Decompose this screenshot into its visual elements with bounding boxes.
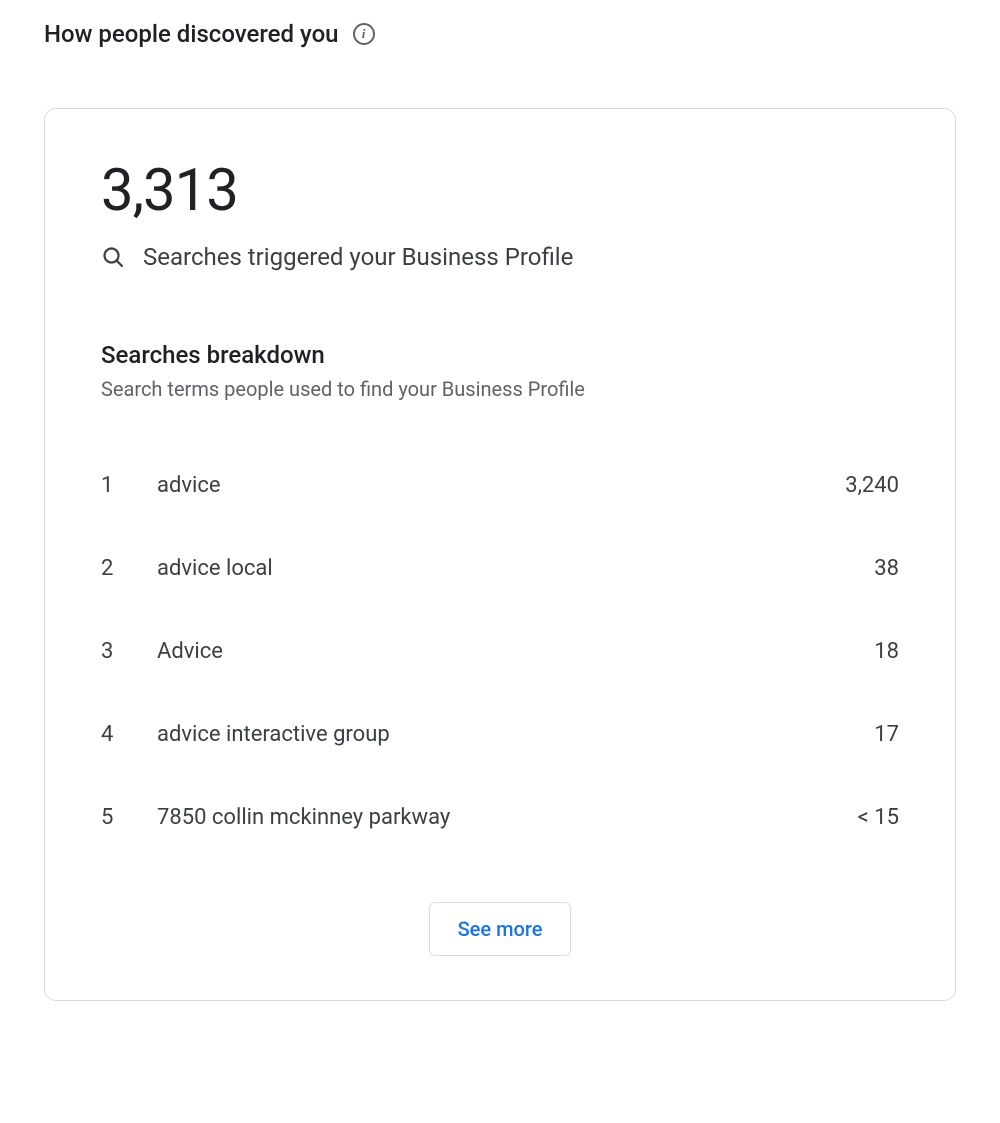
search-terms-list: 1 advice 3,240 2 advice local 38 3 Advic… <box>101 473 899 830</box>
term-rank: 1 <box>101 473 157 498</box>
list-item: 2 advice local 38 <box>101 556 899 581</box>
total-searches-subtitle: Searches triggered your Business Profile <box>143 243 573 271</box>
term-rank: 3 <box>101 639 157 664</box>
term-text: advice <box>157 473 845 498</box>
section-title: How people discovered you <box>44 20 339 48</box>
term-text: advice local <box>157 556 874 581</box>
see-more-button[interactable]: See more <box>429 902 572 956</box>
searches-card: 3,313 Searches triggered your Business P… <box>44 108 956 1001</box>
term-text: 7850 collin mckinney parkway <box>157 805 858 830</box>
search-icon <box>101 245 125 269</box>
list-item: 1 advice 3,240 <box>101 473 899 498</box>
list-item: 3 Advice 18 <box>101 639 899 664</box>
term-rank: 4 <box>101 722 157 747</box>
total-searches-subtitle-row: Searches triggered your Business Profile <box>101 243 899 271</box>
term-count: 38 <box>874 556 899 581</box>
term-rank: 5 <box>101 805 157 830</box>
breakdown-subtitle: Search terms people used to find your Bu… <box>101 377 899 401</box>
term-count: < 15 <box>858 805 899 830</box>
section-header: How people discovered you i <box>44 20 956 48</box>
breakdown-title: Searches breakdown <box>101 341 899 369</box>
term-text: Advice <box>157 639 874 664</box>
list-item: 4 advice interactive group 17 <box>101 722 899 747</box>
list-item: 5 7850 collin mckinney parkway < 15 <box>101 805 899 830</box>
info-icon[interactable]: i <box>353 23 375 45</box>
term-count: 18 <box>874 639 899 664</box>
term-text: advice interactive group <box>157 722 874 747</box>
total-searches-count: 3,313 <box>101 157 899 225</box>
see-more-container: See more <box>101 902 899 956</box>
term-rank: 2 <box>101 556 157 581</box>
term-count: 3,240 <box>845 473 899 498</box>
term-count: 17 <box>874 722 899 747</box>
